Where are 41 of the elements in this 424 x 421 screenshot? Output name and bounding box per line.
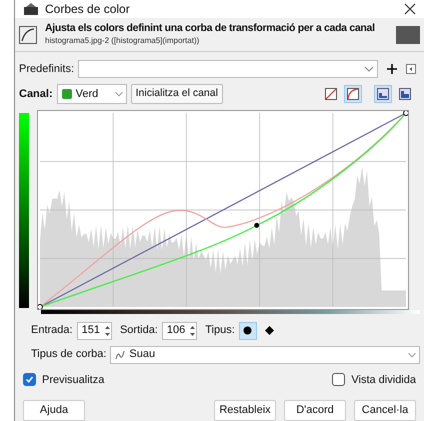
checkbox-label: Previsualitza — [42, 372, 104, 388]
menu-icon[interactable] — [406, 64, 416, 74]
dialog-button[interactable]: Ajuda — [23, 400, 85, 421]
window-title: Corbes de color — [45, 1, 130, 18]
curve-graph[interactable] — [37, 110, 409, 310]
checkbox[interactable] — [23, 373, 36, 386]
image-thumbnail — [396, 26, 420, 44]
curve-scale-toggle[interactable] — [344, 85, 362, 104]
image-name: histograma5.jpg-2 ([histograma5](importat)) — [45, 35, 200, 48]
point-type-toggle[interactable] — [238, 322, 257, 340]
smooth-curve-icon — [115, 350, 126, 360]
histogram-scale-toggle[interactable] — [374, 85, 392, 104]
log-curve-icon — [347, 88, 359, 100]
dialog-heading: Ajusta els colors definint una corba de transformació per a cada canal — [45, 22, 376, 36]
channel-label: Canal: — [19, 86, 53, 102]
reset-channel-button[interactable]: Inicialitza el canal — [130, 84, 223, 104]
curve-type-label: Tipus de corba: — [31, 347, 106, 362]
checkbox-label: Vista dividida — [351, 372, 416, 388]
input-label: Entrada: — [31, 323, 73, 338]
channel-dropdown[interactable]: Verd — [56, 84, 127, 104]
output-spinbox[interactable]: 106 — [162, 322, 198, 340]
channel-icon — [62, 89, 72, 100]
linear-curve-icon — [325, 88, 337, 100]
curve-type-dropdown[interactable]: Suau — [110, 346, 420, 364]
close-icon[interactable] — [404, 3, 416, 15]
output-label: Sortida: — [120, 323, 158, 338]
diamond-point-icon — [265, 326, 274, 335]
add-icon[interactable] — [386, 63, 398, 76]
histogram-icon — [377, 88, 389, 100]
checkbox[interactable] — [332, 373, 346, 386]
circle-point-icon — [243, 326, 252, 335]
checkmark-icon — [25, 375, 34, 384]
type-label: Tipus: — [205, 323, 235, 338]
dialog-button[interactable]: D'acord — [284, 400, 346, 421]
presets-label: Predefinits: — [19, 62, 74, 77]
curves-icon — [19, 26, 37, 44]
histogram-icon — [399, 88, 411, 100]
dialog-button[interactable]: Restableix — [214, 400, 276, 421]
app-icon — [23, 2, 39, 16]
input-spinbox[interactable]: 151 — [76, 322, 112, 340]
dialog-button[interactable]: Cancel·la — [354, 400, 416, 421]
